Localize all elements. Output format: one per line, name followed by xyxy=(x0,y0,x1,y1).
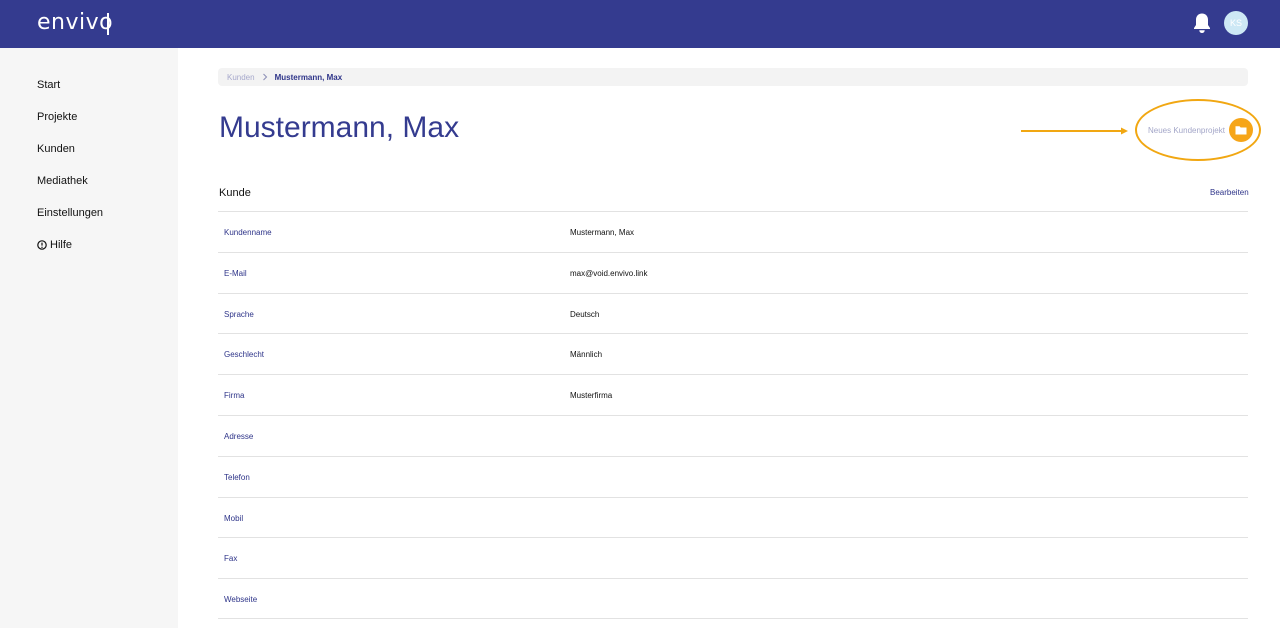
sidebar-item-projekte[interactable]: Projekte xyxy=(37,111,77,123)
sidebar-item-hilfe[interactable]: Hilfe xyxy=(37,239,72,251)
new-customer-project-label: Neues Kundenprojekt xyxy=(1148,125,1225,135)
sidebar-item-start[interactable]: Start xyxy=(37,79,60,91)
field-label: Telefon xyxy=(224,472,250,482)
table-row: E-Mail max@void.envivo.link xyxy=(218,251,1248,293)
field-value: Musterfirma xyxy=(570,391,613,401)
folder-icon xyxy=(1235,126,1247,135)
sidebar-item-label: Mediathek xyxy=(37,175,88,187)
field-label: Mobil xyxy=(224,513,244,523)
sidebar-item-label: Projekte xyxy=(37,111,78,123)
field-label: Firma xyxy=(224,391,245,401)
table-row: Telefon xyxy=(218,455,1248,497)
sidebar-item-einstellungen[interactable]: Einstellungen xyxy=(37,207,103,219)
table-row: Kundenname Mustermann, Max xyxy=(218,211,1248,252)
table-row: Firma Musterfirma xyxy=(218,374,1248,415)
logo-divider xyxy=(107,13,109,35)
breadcrumb: Kunden Mustermann, Max xyxy=(218,68,1248,86)
sidebar-item-label: Hilfe xyxy=(50,239,73,251)
sidebar-item-label: Start xyxy=(37,79,61,91)
bell-icon[interactable] xyxy=(1192,12,1212,34)
table-row: Geschlecht Männlich xyxy=(218,333,1248,374)
field-label: E-Mail xyxy=(224,268,247,278)
table-row: Fax xyxy=(218,537,1248,578)
edit-button[interactable]: Bearbeiten xyxy=(1210,188,1249,197)
field-value: max@void.envivo.link xyxy=(570,268,648,278)
folder-button[interactable] xyxy=(1228,118,1253,142)
field-label: Adresse xyxy=(224,431,254,441)
sidebar: Start Projekte Kunden Mediathek Einstell… xyxy=(0,48,178,628)
sidebar-item-label: Einstellungen xyxy=(37,207,104,219)
customer-details-table: Kundenname Mustermann, Max E-Mail max@vo… xyxy=(218,211,1248,619)
new-customer-project-button[interactable]: Neues Kundenprojekt xyxy=(1148,118,1253,142)
annotation-arrow xyxy=(1021,127,1128,135)
field-value: Männlich xyxy=(570,350,603,360)
field-label: Webseite xyxy=(224,595,258,605)
breadcrumb-kunden-link[interactable]: Kunden xyxy=(227,73,255,82)
sidebar-item-kunden[interactable]: Kunden xyxy=(37,143,75,155)
field-value: Deutsch xyxy=(570,309,600,319)
table-row: Sprache Deutsch xyxy=(218,292,1248,334)
field-label: Kundenname xyxy=(224,228,272,237)
table-row: Mobil xyxy=(218,496,1248,538)
breadcrumb-current: Mustermann, Max xyxy=(274,72,343,82)
section-title: Kunde xyxy=(219,187,251,199)
top-bar: envivo KS xyxy=(0,0,1280,48)
envivo-logo[interactable]: envivo xyxy=(37,10,113,35)
sidebar-item-label: Kunden xyxy=(37,143,75,155)
user-avatar[interactable]: KS xyxy=(1224,11,1248,35)
table-row: Webseite xyxy=(218,578,1248,619)
field-value: Mustermann, Max xyxy=(570,228,635,237)
help-icon xyxy=(37,240,47,250)
main-content: Kunden Mustermann, Max Mustermann, Max N… xyxy=(178,48,1280,628)
chevron-right-icon xyxy=(262,73,267,81)
field-label: Geschlecht xyxy=(224,350,265,360)
field-label: Sprache xyxy=(224,309,254,319)
page-title: Mustermann, Max xyxy=(219,111,460,144)
field-label: Fax xyxy=(224,554,238,564)
table-row: Adresse xyxy=(218,414,1248,456)
sidebar-item-mediathek[interactable]: Mediathek xyxy=(37,175,88,187)
